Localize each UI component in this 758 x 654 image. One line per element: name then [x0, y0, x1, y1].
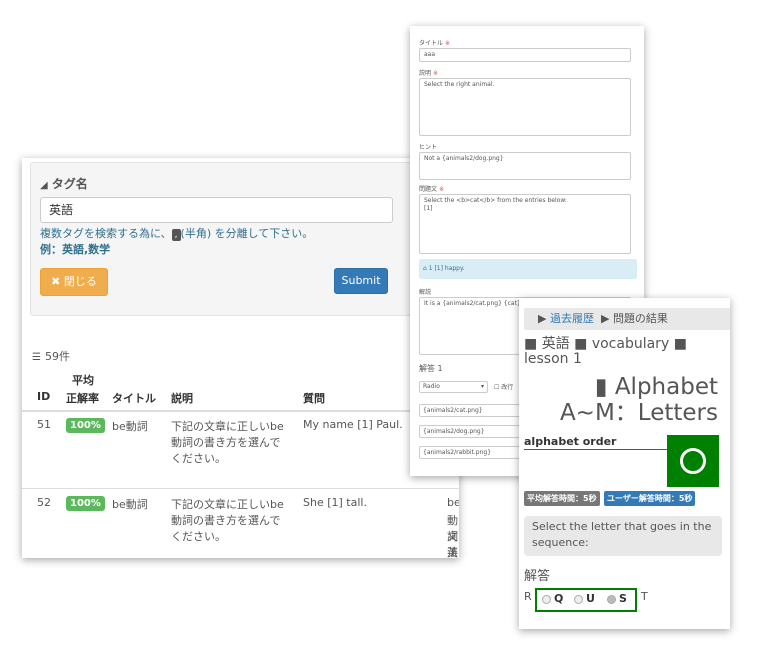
file-icon: ▮ [594, 374, 608, 400]
radio-checked-icon [607, 594, 616, 604]
col-title: タイトル [112, 392, 156, 405]
table-row[interactable]: 52 100% be動詞 下記の文章に正しいbe 動詞の書き方を選んで ください… [22, 496, 459, 558]
answer-label: 解答 [524, 569, 551, 584]
row-desc-line: ください。 [171, 452, 226, 465]
subtitle-underline [524, 449, 667, 450]
breadcrumb: ▶ 過去履歴 ▶ 問題の結果 [524, 308, 730, 330]
comma-key: , [171, 229, 181, 241]
home-icon: ⌂ [423, 265, 427, 272]
user-time-badge: ユーザー解答時間：5秒 [604, 491, 696, 506]
answer-input[interactable]: {animals2/rabbit.png} [419, 446, 524, 459]
option-s[interactable]: S [607, 592, 627, 605]
row-desc-line: 動詞の書き方を選んで [171, 436, 281, 449]
question-text: Select the letter that goes in the seque… [524, 516, 722, 556]
col-rate: 正解率 [66, 392, 99, 405]
table-row[interactable]: 51 100% be動詞 下記の文章に正しいbe 動詞の書き方を選んで ください… [22, 418, 459, 488]
folder-icon: ■ [524, 336, 538, 352]
tag-example: 例：英語,数学 [40, 243, 111, 256]
answer-input[interactable]: {animals2/cat.png} [419, 404, 524, 417]
result-count: ☰ 59件 [32, 350, 70, 363]
tag-label: ◢ タグ名 [40, 177, 88, 191]
row-title: be動詞 [112, 498, 148, 511]
question-field[interactable]: Select the <b>cat</b> from the entries b… [419, 194, 631, 254]
radio-icon [574, 594, 583, 604]
newline-checkbox[interactable]: ☐ 改行 [494, 382, 513, 391]
hint-field[interactable]: Not a {animals2/dog.png} [419, 152, 631, 180]
col-question: 質問 [303, 392, 325, 405]
question-subtitle: alphabet order [524, 435, 617, 448]
question-preview: ⌂ 1 [1] happy. [419, 259, 637, 279]
col-description: 説明 [171, 392, 193, 405]
description-field-label: 説明 ※ [419, 70, 438, 77]
row-id: 51 [37, 418, 51, 431]
submit-button[interactable]: Submit [334, 268, 388, 294]
x-icon: ✖ [51, 275, 61, 288]
question-field-label: 問題文 ※ [419, 186, 444, 193]
explanation-field-label: 解説 [419, 289, 432, 296]
row-desc-line: ください。 [171, 530, 226, 543]
answer-prefix: R [524, 590, 532, 603]
close-button[interactable]: ✖ 閉じる [40, 268, 108, 296]
title-field-label: タイトル ※ [419, 40, 450, 47]
tag-icon: ◢ [40, 180, 48, 191]
tag-search-panel: ◢ タグ名 英語 複数タグを検索する為に、, (半角) を分離して下さい。 例：英語… [22, 158, 459, 558]
row-question: She [1] tall. [303, 496, 367, 509]
row-tag: be [447, 496, 459, 509]
row-divider [22, 488, 459, 489]
history-link[interactable]: 過去履歴 [550, 312, 594, 325]
folder-path: ■ 英語 ■ vocabulary ■ lesson 1 [524, 336, 687, 367]
answer-input[interactable]: {animals2/dog.png} [419, 425, 524, 438]
option-q[interactable]: Q [542, 592, 563, 605]
answer-suffix: T [641, 590, 648, 603]
folder-icon: ■ [574, 336, 588, 352]
hint-field-label: ヒント [419, 144, 438, 151]
tag-help-text: 複数タグを検索する為に、, (半角) を分離して下さい。 [40, 227, 314, 241]
answer-section-label: 解答 1 [419, 364, 443, 373]
row-desc-line: 下記の文章に正しいbe [171, 498, 284, 511]
chevron-down-icon: ▾ [480, 383, 484, 390]
col-id: ID [37, 390, 51, 403]
option-u[interactable]: U [574, 592, 595, 605]
answer-options: Q U S [535, 588, 637, 612]
tag-input[interactable]: 英語 [40, 197, 393, 223]
question-title: ▮ Alphabet A~M：Letters [559, 374, 718, 426]
row-question: My name [1] Paul. [303, 418, 403, 431]
correct-mark [667, 435, 719, 487]
tag-search-box: ◢ タグ名 英語 複数タグを検索する為に、, (半角) を分離して下さい。 例：英語… [30, 162, 417, 316]
row-title: be動詞 [112, 420, 148, 433]
description-field[interactable]: Select the right animal. [419, 78, 631, 136]
row-desc-line: 動詞の書き方を選んで [171, 514, 281, 527]
col-avg: 平均 [72, 374, 94, 387]
question-card: ▶ 過去履歴 ▶ 問題の結果 ■ 英語 ■ vocabulary ■ lesso… [519, 298, 730, 629]
row-tag: 英語 [447, 546, 458, 558]
row-id: 52 [37, 496, 51, 509]
circle-icon [680, 448, 706, 474]
answer-type-select[interactable]: Radio ▾ [419, 381, 488, 393]
table-header: ID 平均 正解率 タイトル 説明 質問 [22, 370, 459, 412]
play-icon: ▶ [600, 312, 610, 325]
avg-time-badge: 平均解答時間：5秒 [524, 491, 600, 506]
result-crumb: 問題の結果 [612, 312, 668, 325]
row-desc-line: 下記の文章に正しいbe [171, 420, 284, 433]
rate-badge: 100% [66, 496, 105, 511]
title-field[interactable]: aaa [419, 48, 631, 62]
folder-icon: ■ [673, 336, 687, 352]
radio-icon [542, 594, 551, 604]
list-icon: ☰ [32, 352, 41, 363]
play-icon: ▶ [538, 312, 547, 325]
rate-badge: 100% [66, 418, 105, 433]
